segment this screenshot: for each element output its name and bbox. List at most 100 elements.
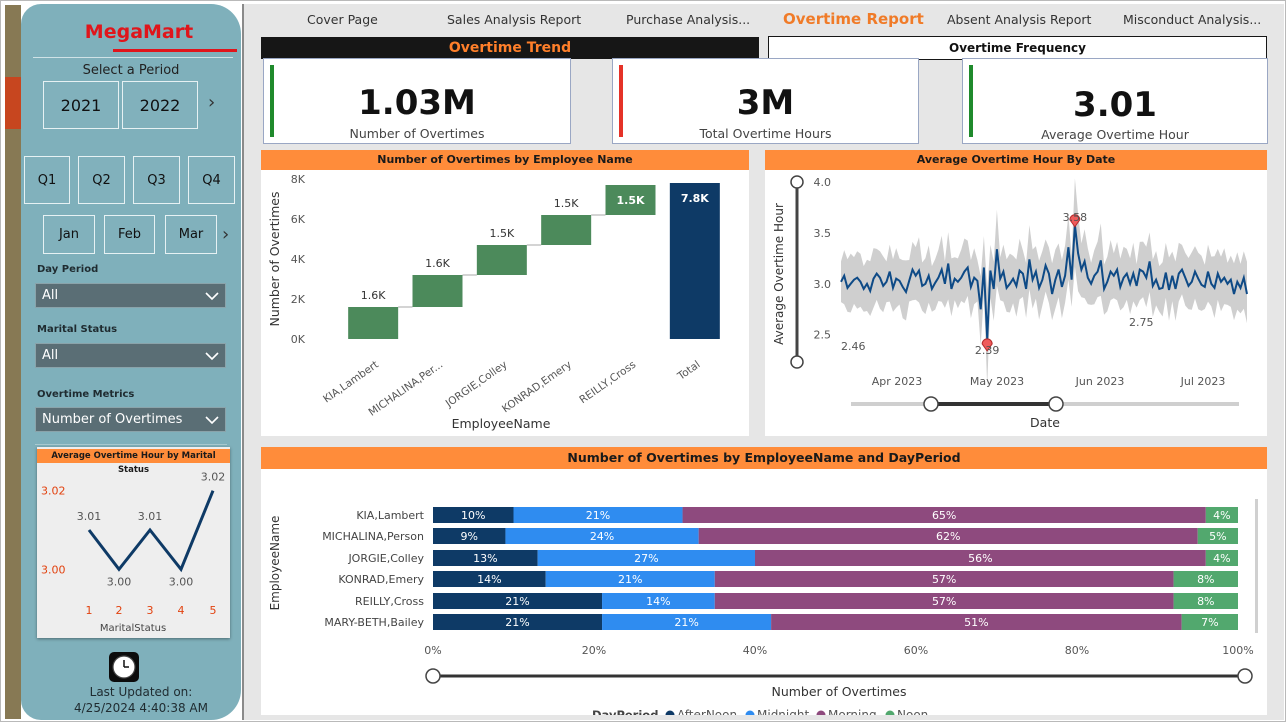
month-jan-button[interactable]: Jan	[43, 215, 95, 254]
y-axis-title: EmployeeName	[268, 516, 282, 611]
data-label: 24%	[590, 530, 614, 543]
report-canvas: MegaMart Select a Period 2021 2022 › Q1 …	[0, 0, 1286, 722]
nav-sales-analysis[interactable]: Sales Analysis Report	[447, 12, 581, 27]
data-label: 3.00	[107, 575, 132, 588]
data-label: 1.5K	[489, 227, 514, 240]
line-chart-card[interactable]: Average Overtime Hour By Date 2.5 3.0 3.5 4…	[765, 150, 1267, 436]
x-tick-label: Apr 2023	[872, 375, 923, 388]
line-chart: 2.5 3.0 3.5 4.0 Average Overtime Hour 3.58 2.3…	[772, 175, 1248, 430]
chevron-down-icon	[205, 292, 219, 301]
legend-item: Noon	[897, 708, 928, 715]
data-label: 1.6K	[361, 289, 386, 302]
waterfall-chart: 0K2K4K6K8K1.6KKIA,Lambert1.6KMICHALINA,P…	[267, 173, 720, 431]
range-slider-handle	[425, 668, 441, 684]
x-axis-title: EmployeeName	[452, 416, 551, 431]
legend-item: Midnight	[757, 708, 809, 715]
nav-misconduct-analysis[interactable]: Misconduct Analysis...	[1123, 12, 1261, 27]
x-tick-label: 3	[147, 604, 154, 617]
total-bar	[669, 183, 720, 339]
x-tick-label: REILLY,Cross	[577, 359, 638, 407]
quarter-q3-button[interactable]: Q3	[133, 156, 180, 204]
data-label: 56%	[968, 552, 992, 565]
chevron-right-icon[interactable]: ›	[222, 224, 229, 245]
data-label: 4%	[1213, 509, 1230, 522]
data-label: 21%	[505, 595, 529, 608]
legend-marker	[816, 710, 826, 715]
last-updated: Last Updated on: 4/25/2024 4:40:38 AM	[41, 684, 241, 716]
page-navigation: Cover Page Sales Analysis Report Purchas…	[245, 6, 1281, 32]
tab-overtime-trend[interactable]: Overtime Trend	[261, 37, 759, 59]
month-feb-button[interactable]: Feb	[104, 215, 155, 254]
kpi-value: 3M	[736, 83, 795, 123]
day-period-label: Day Period	[37, 264, 99, 275]
waterfall-bar	[541, 215, 592, 245]
data-label: 51%	[964, 616, 988, 629]
x-tick-label: 60%	[904, 644, 928, 657]
data-label: 9%	[460, 530, 477, 543]
year-2022-button[interactable]: 2022	[122, 81, 198, 129]
quarter-q2-button[interactable]: Q2	[78, 156, 125, 204]
nav-cover-page[interactable]: Cover Page	[307, 12, 378, 27]
data-label: 3.02	[201, 471, 226, 484]
chevron-right-icon[interactable]: ›	[208, 92, 215, 113]
data-label: 65%	[932, 509, 956, 522]
stacked-bar-chart: KIA,Lambert 10% 21% 65% 4% MICHALINA,Person 9%…	[268, 499, 1258, 715]
mini-line-chart: 3.02 3.00 3.01 1 3.00 2 3.01 3 3.00 4 3.02 5 Marital…	[41, 471, 226, 634]
overtime-metrics-dropdown[interactable]: Number of Overtimes	[35, 407, 226, 432]
waterfall-chart-card[interactable]: Number of Overtimes by Employee Name 0K 2…	[261, 150, 749, 436]
x-tick-label: 80%	[1065, 644, 1089, 657]
y-tick-label: 3.02	[41, 485, 66, 498]
x-tick-label: 20%	[582, 644, 606, 657]
nav-absent-analysis[interactable]: Absent Analysis Report	[947, 12, 1091, 27]
y-tick-label: 4K	[291, 253, 306, 266]
marital-status-dropdown[interactable]: All	[35, 343, 226, 368]
data-label: 13%	[473, 552, 497, 565]
y-tick-label: MICHALINA,Person	[322, 530, 424, 543]
y-tick-label: 0K	[291, 333, 306, 346]
day-period-dropdown[interactable]: All	[35, 283, 226, 308]
scrollbar	[1255, 499, 1258, 633]
chart-title: Average Overtime Hour By Date	[765, 150, 1267, 170]
x-tick-label: Jul 2023	[1180, 375, 1226, 388]
data-label: 8%	[1197, 573, 1214, 586]
kpi-label: Number of Overtimes	[349, 126, 485, 141]
y-tick-label: 2K	[291, 293, 306, 306]
mini-chart-card[interactable]: Average Overtime Hour by Marital Status …	[37, 447, 230, 638]
waterfall-bar	[348, 307, 399, 339]
marital-status-value: All	[42, 348, 59, 363]
y-tick-label: MARY-BETH,Bailey	[324, 616, 424, 629]
left-accent-highlight	[5, 77, 21, 129]
y-tick-label: 2.5	[814, 329, 832, 342]
overtime-metrics-value: Number of Overtimes	[42, 412, 183, 427]
range-slider-handle	[790, 355, 804, 369]
x-tick-label: Total	[675, 359, 703, 383]
kpi-average-overtime-hour[interactable]: 3.01 Average Overtime Hour	[962, 58, 1268, 144]
x-tick-label: 100%	[1222, 644, 1253, 657]
tab-overtime-frequency[interactable]: Overtime Frequency	[768, 36, 1267, 60]
month-mar-button[interactable]: Mar	[165, 215, 217, 254]
overtime-metrics-label: Overtime Metrics	[37, 389, 135, 400]
kpi-number-of-overtimes[interactable]: 1.03M Number of Overtimes	[263, 58, 571, 144]
range-slider-handle	[790, 175, 804, 189]
brand-underline	[113, 49, 237, 52]
quarter-q1-button[interactable]: Q1	[24, 156, 70, 204]
y-tick-label: KONRAD,Emery	[338, 573, 424, 586]
y-tick-label: 8K	[291, 173, 306, 186]
y-tick-label: KIA,Lambert	[356, 509, 424, 522]
nav-overtime-report[interactable]: Overtime Report	[783, 10, 924, 28]
y-axis-title: Average Overtime Hour	[772, 203, 786, 345]
kpi-label: Average Overtime Hour	[1041, 127, 1189, 142]
kpi-value: 1.03M	[358, 83, 476, 123]
date-slider-handle	[1048, 396, 1064, 412]
nav-purchase-analysis[interactable]: Purchase Analysis...	[626, 12, 750, 27]
quarter-q4-button[interactable]: Q4	[188, 156, 235, 204]
year-2021-button[interactable]: 2021	[43, 81, 119, 129]
stacked-bar-chart-card[interactable]: Number of Overtimes by EmployeeName and …	[261, 447, 1267, 715]
kpi-total-overtime-hours[interactable]: 3M Total Overtime Hours	[612, 58, 919, 144]
y-tick-label: 3.00	[41, 563, 66, 576]
confidence-band	[841, 178, 1247, 387]
y-tick-label: 3.5	[814, 227, 832, 240]
data-label: 1.5K	[554, 197, 579, 210]
data-label: 1.5K	[616, 194, 644, 207]
day-period-value: All	[42, 288, 59, 303]
